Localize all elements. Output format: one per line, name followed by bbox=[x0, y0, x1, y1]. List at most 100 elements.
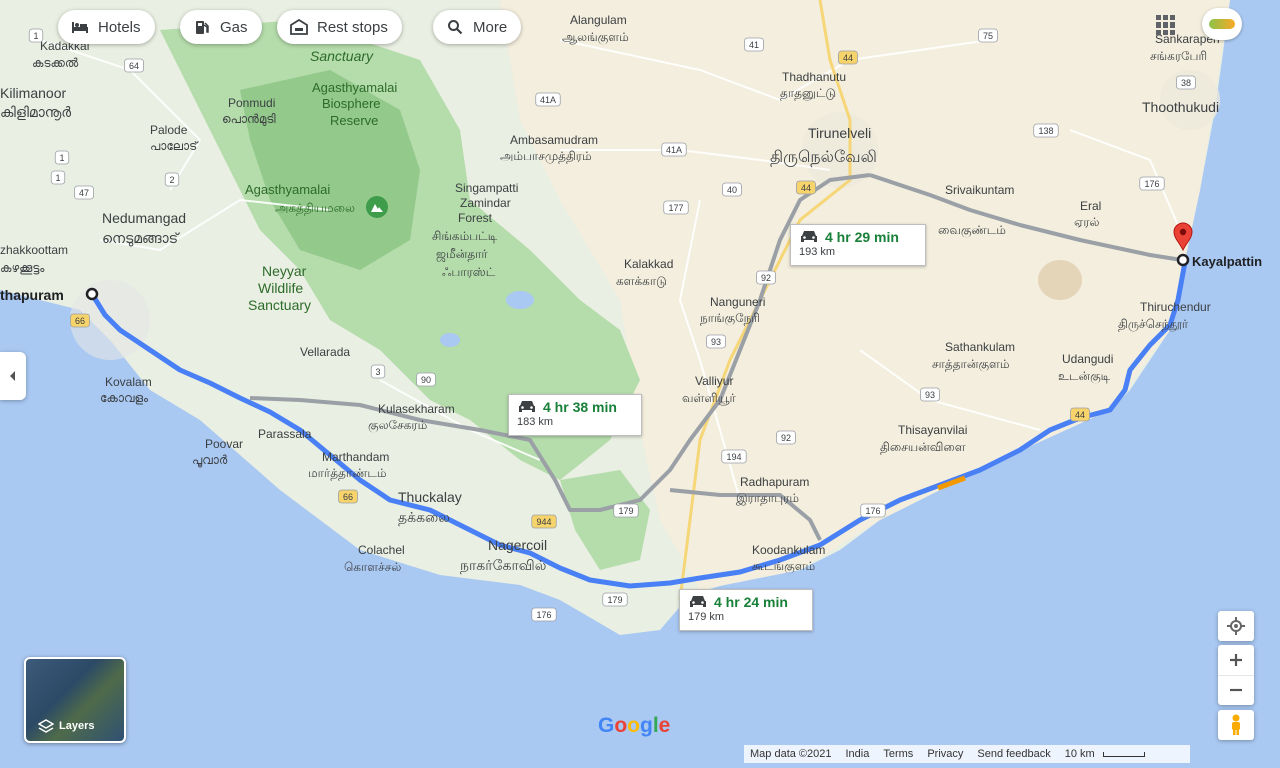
label-tirunelveli: Tirunelveli bbox=[808, 125, 871, 141]
road-badge: 179 bbox=[602, 592, 628, 607]
label-marthandam: Marthandam bbox=[322, 450, 389, 464]
svg-text:41A: 41A bbox=[540, 95, 556, 105]
svg-text:75: 75 bbox=[983, 31, 993, 41]
road-badge: 47 bbox=[74, 185, 94, 200]
label-radhapuram-ta: இராதாபுரம் bbox=[736, 491, 799, 506]
label-koodankulam-ta: கூடங்குளம் bbox=[752, 559, 815, 573]
map-canvas[interactable]: Kadakkal കടക്കൽ Kilimanoor കിളിമാനൂർ Pal… bbox=[0, 0, 1280, 768]
label-wildlife: Wildlife bbox=[258, 280, 303, 296]
svg-text:41: 41 bbox=[749, 40, 759, 50]
road-badge: 41A bbox=[661, 142, 687, 157]
road-badge: 44 bbox=[1070, 407, 1090, 422]
label-forest: Forest bbox=[458, 211, 493, 225]
label-udangudi: Udangudi bbox=[1062, 352, 1113, 366]
label-alangulam-ta: ஆலங்குளம் bbox=[562, 30, 629, 44]
car-icon bbox=[690, 596, 706, 607]
svg-text:44: 44 bbox=[1075, 410, 1085, 420]
label-thisayanvilai-ta: திசையன்விளை bbox=[880, 440, 966, 454]
apps-grid-icon[interactable] bbox=[1156, 15, 1176, 35]
gas-chip[interactable]: Gas bbox=[180, 10, 262, 44]
label-origin: thapuram bbox=[0, 287, 64, 303]
scale-bar bbox=[1102, 751, 1145, 757]
route-time: 4 hr 38 min bbox=[543, 399, 617, 415]
car-icon bbox=[519, 401, 535, 412]
road-badge: 176 bbox=[1139, 176, 1165, 191]
terms-link[interactable]: Terms bbox=[883, 748, 913, 760]
label-kulasekharam-ta: குலசேகரம் bbox=[368, 418, 427, 432]
layers-button[interactable]: Layers bbox=[24, 657, 126, 743]
street-view-pegman[interactable] bbox=[1218, 710, 1254, 740]
feedback-link[interactable]: Send feedback bbox=[977, 748, 1050, 760]
label-udangudi-ta: உடன்குடி bbox=[1058, 369, 1111, 383]
road-badge: 2 bbox=[164, 172, 180, 187]
privacy-link[interactable]: Privacy bbox=[927, 748, 963, 760]
svg-text:93: 93 bbox=[925, 390, 935, 400]
road-badge: 138 bbox=[1033, 123, 1059, 138]
rest-stops-chip[interactable]: Rest stops bbox=[277, 10, 402, 44]
label-sanctuary: Sanctuary bbox=[310, 48, 374, 64]
road-badge: 41 bbox=[744, 37, 764, 52]
label-agasthyamalai-ta: அகத்தியமலை bbox=[275, 201, 355, 215]
svg-text:3: 3 bbox=[375, 367, 380, 377]
label-kalakkad-ta: களக்காடு bbox=[616, 274, 667, 288]
label-thoothukudi: Thoothukudi bbox=[1142, 99, 1219, 115]
svg-text:179: 179 bbox=[618, 506, 633, 516]
zoom-controls bbox=[1218, 645, 1254, 705]
region-link[interactable]: India bbox=[846, 748, 870, 760]
road-badge: 179 bbox=[613, 503, 639, 518]
label-thadhanutu: Thadhanutu bbox=[782, 70, 846, 84]
label-thadhanutu-ta: தாதனுட்டு bbox=[780, 86, 836, 101]
scale-label[interactable]: 10 km bbox=[1065, 748, 1095, 760]
label-nagercoil: Nagercoil bbox=[488, 537, 547, 553]
label-radhapuram: Radhapuram bbox=[740, 475, 809, 489]
svg-text:944: 944 bbox=[536, 517, 551, 527]
svg-text:64: 64 bbox=[129, 61, 139, 71]
route-box-selected[interactable]: 4 hr 24 min 179 km bbox=[679, 589, 813, 631]
label-parassala: Parassala bbox=[258, 427, 312, 441]
minus-icon bbox=[1230, 689, 1242, 692]
label-palode: Palode bbox=[150, 123, 188, 137]
label-thuckalay-ta: தக்கலை bbox=[398, 509, 450, 526]
road-badge: 1 bbox=[54, 150, 70, 165]
label-eral: Eral bbox=[1080, 199, 1101, 213]
svg-text:92: 92 bbox=[781, 433, 791, 443]
label-kilimanoor: Kilimanoor bbox=[0, 85, 66, 101]
google-logo: Google bbox=[598, 714, 671, 737]
zoom-out-button[interactable] bbox=[1218, 676, 1254, 706]
label-nanguneri-ta: நாங்குநேரி bbox=[700, 311, 760, 325]
road-badge: 92 bbox=[756, 270, 776, 285]
svg-text:41A: 41A bbox=[666, 145, 682, 155]
my-location-button[interactable] bbox=[1218, 611, 1254, 641]
svg-text:138: 138 bbox=[1038, 126, 1053, 136]
map-data-text: Map data ©2021 bbox=[750, 748, 832, 760]
svg-text:44: 44 bbox=[801, 183, 811, 193]
label-kazhakkoottam: zhakkoottam bbox=[0, 243, 68, 257]
label-alangulam: Alangulam bbox=[570, 13, 627, 27]
road-badge: 3 bbox=[370, 364, 386, 379]
road-badge: 38 bbox=[1176, 75, 1196, 90]
label-zamindar-ta: ஜமீன்தார் bbox=[436, 247, 488, 262]
label-kulasekharam: Kulasekharam bbox=[378, 402, 455, 416]
route-box-alt2[interactable]: 4 hr 38 min 183 km bbox=[508, 394, 642, 436]
route-distance: 193 km bbox=[799, 246, 836, 258]
label-sathankulam-ta: சாத்தான்குளம் bbox=[932, 357, 1010, 371]
gas-label: Gas bbox=[220, 18, 248, 36]
zoom-in-button[interactable] bbox=[1218, 645, 1254, 676]
road-badge: 194 bbox=[721, 449, 747, 464]
label-ambasamudram: Ambasamudram bbox=[510, 133, 598, 147]
collapse-panel-button[interactable] bbox=[0, 352, 26, 400]
svg-text:66: 66 bbox=[343, 492, 353, 502]
route-time: 4 hr 24 min bbox=[714, 594, 788, 610]
account-avatar[interactable] bbox=[1202, 8, 1242, 40]
label-nagercoil-ta: நாகர்கோவில் bbox=[460, 557, 546, 574]
more-chip[interactable]: More bbox=[433, 10, 522, 44]
svg-text:38: 38 bbox=[1181, 78, 1191, 88]
label-kazhakkoottam-ml: കഴക്കൂട്ടം bbox=[0, 261, 45, 275]
road-badge: 41A bbox=[535, 92, 561, 107]
route-box-alt1[interactable]: 4 hr 29 min 193 km bbox=[790, 224, 926, 266]
map-footer: Map data ©2021 India Terms Privacy Send … bbox=[744, 745, 1190, 763]
road-badge: 1 bbox=[28, 28, 44, 43]
hotels-chip[interactable]: Hotels bbox=[58, 10, 155, 44]
rest-stops-label: Rest stops bbox=[317, 18, 388, 36]
road-badge: 177 bbox=[663, 200, 689, 215]
